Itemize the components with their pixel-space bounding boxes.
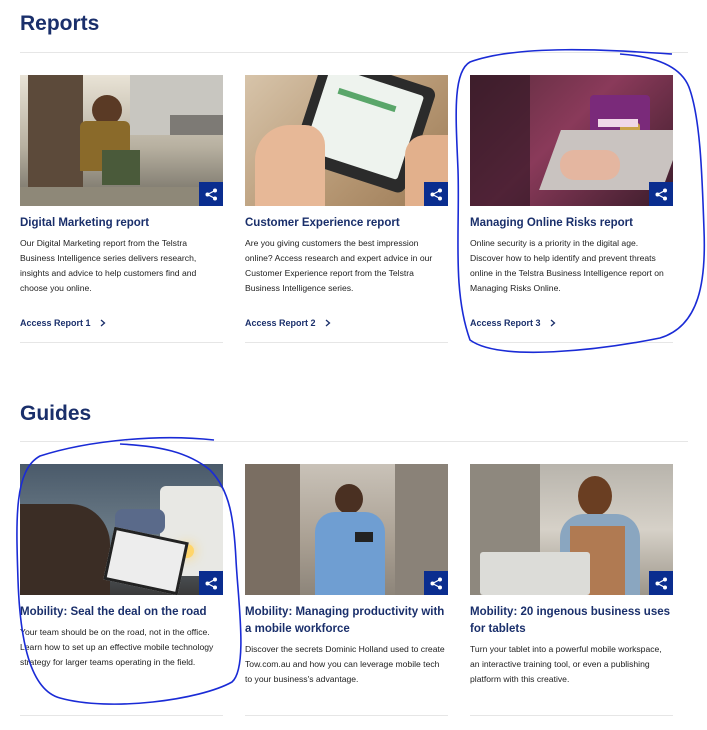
card-divider — [245, 715, 448, 716]
report-image-online-risks[interactable] — [470, 75, 673, 206]
guide-title[interactable]: Mobility: Managing productivity with a m… — [245, 604, 448, 638]
guides-divider — [20, 441, 688, 442]
share-icon — [205, 577, 217, 589]
share-icon — [430, 577, 442, 589]
share-button[interactable] — [199, 182, 223, 206]
card-divider — [245, 342, 448, 343]
access-report-2-link[interactable]: Access Report 2 — [245, 318, 331, 328]
guide-title[interactable]: Mobility: 20 ingenous business uses for … — [470, 604, 673, 638]
report-card-online-risks: Managing Online Risks report Online secu… — [470, 75, 673, 345]
guide-description: Discover the secrets Dominic Holland use… — [245, 644, 445, 684]
guide-description: Turn your tablet into a powerful mobile … — [470, 644, 662, 684]
guides-heading: Guides — [20, 402, 92, 425]
share-icon — [430, 188, 442, 200]
card-divider — [20, 715, 223, 716]
link-label: Access Report 3 — [470, 318, 541, 328]
report-image-digital-marketing[interactable] — [20, 75, 223, 206]
guide-card-seal-the-deal: Mobility: Seal the deal on the road Your… — [20, 464, 223, 724]
link-label: Access Report 2 — [245, 318, 316, 328]
card-divider — [470, 342, 673, 343]
share-icon — [655, 577, 667, 589]
chevron-right-icon — [325, 319, 331, 327]
guide-image-mobile-workforce[interactable] — [245, 464, 448, 595]
access-report-3-link[interactable]: Access Report 3 — [470, 318, 556, 328]
guide-image-tablets[interactable] — [470, 464, 673, 595]
share-button[interactable] — [649, 571, 673, 595]
reports-heading: Reports — [20, 12, 100, 35]
guide-image-seal-the-deal[interactable] — [20, 464, 223, 595]
report-image-customer-experience[interactable] — [245, 75, 448, 206]
reports-divider — [20, 52, 688, 53]
guide-card-mobile-workforce: Mobility: Managing productivity with a m… — [245, 464, 448, 724]
chevron-right-icon — [550, 319, 556, 327]
chevron-right-icon — [100, 319, 106, 327]
guide-title[interactable]: Mobility: Seal the deal on the road — [20, 604, 223, 621]
report-description: Are you giving customers the best impres… — [245, 238, 433, 293]
card-divider — [470, 715, 673, 716]
report-title[interactable]: Managing Online Risks report — [470, 215, 673, 232]
share-button[interactable] — [424, 571, 448, 595]
share-button[interactable] — [649, 182, 673, 206]
guide-description: Your team should be on the road, not in … — [20, 627, 214, 667]
link-label: Access Report 1 — [20, 318, 91, 328]
report-title[interactable]: Digital Marketing report — [20, 215, 223, 232]
share-icon — [205, 188, 217, 200]
report-card-digital-marketing: Digital Marketing report Our Digital Mar… — [20, 75, 223, 345]
report-description: Our Digital Marketing report from the Te… — [20, 238, 197, 293]
report-description: Online security is a priority in the dig… — [470, 238, 664, 293]
report-title[interactable]: Customer Experience report — [245, 215, 448, 232]
share-button[interactable] — [424, 182, 448, 206]
card-divider — [20, 342, 223, 343]
report-card-customer-experience: Customer Experience report Are you givin… — [245, 75, 448, 345]
access-report-1-link[interactable]: Access Report 1 — [20, 318, 106, 328]
share-icon — [655, 188, 667, 200]
share-button[interactable] — [199, 571, 223, 595]
guide-card-tablets: Mobility: 20 ingenous business uses for … — [470, 464, 673, 724]
